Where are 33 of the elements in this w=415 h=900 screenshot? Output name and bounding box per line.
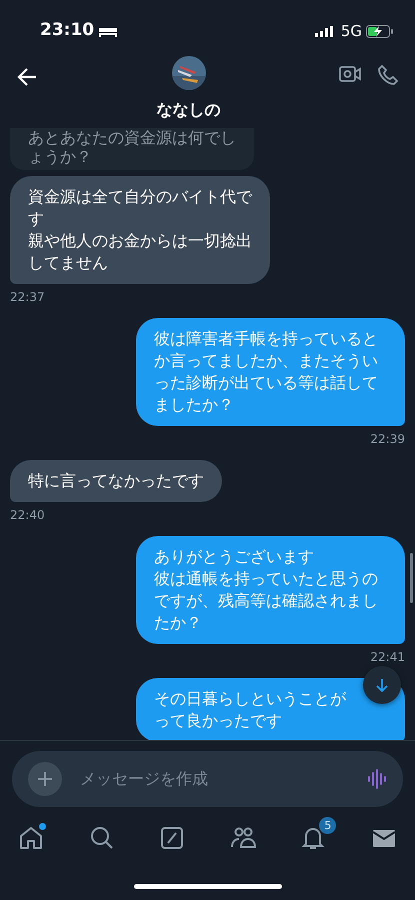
scroll-down-button[interactable] <box>363 666 401 704</box>
people-icon <box>230 825 256 851</box>
message-bubble: 特に言ってなかったです <box>10 460 222 502</box>
bed-icon <box>98 25 118 37</box>
add-button[interactable] <box>28 762 62 796</box>
message-bubble: 資金源は全て自分のバイト代で す 親や他人のお金からは一切捻出 してません <box>10 176 270 284</box>
video-call-icon[interactable] <box>339 64 361 84</box>
scrollbar <box>410 553 413 603</box>
search-icon <box>88 825 115 851</box>
message-time: 22:37 <box>10 289 45 306</box>
message-bubble: あとあなたの資金源は何でし ょうか？ <box>10 128 254 170</box>
message-time: 22:39 <box>370 431 405 448</box>
phone-icon[interactable] <box>377 64 399 86</box>
compose-icon <box>159 825 186 851</box>
notification-count: 5 <box>319 817 336 834</box>
signal-icon <box>314 26 333 36</box>
message-time: 22:41 <box>370 649 405 666</box>
back-button[interactable] <box>16 66 38 88</box>
message-bubble: ありがとうございます 彼は通帳を持っていたと思うの ですが、残高等は確認されまし たか？ <box>136 536 405 644</box>
bell-icon <box>300 825 326 851</box>
clock-time: 23:10 <box>40 19 94 42</box>
message-bubble: 彼は障害者手帳を持っていると か言ってましたか、またそうい った診断が出ている等は話して ましたか？ <box>136 318 405 426</box>
battery-icon <box>366 24 393 38</box>
message-bubble: その日暮らしということが って良かったです <box>136 678 405 740</box>
arrow-down-icon <box>375 678 389 692</box>
message-field[interactable]: メッセージを作成 <box>12 751 403 807</box>
voice-icon[interactable] <box>367 768 387 790</box>
contact-name: ななしの <box>156 99 220 121</box>
network-type: 5G <box>340 20 362 42</box>
home-icon <box>18 825 44 851</box>
message-input[interactable]: メッセージを作成 <box>78 766 351 792</box>
message-time: 22:40 <box>10 507 45 524</box>
plus-icon <box>37 771 53 787</box>
